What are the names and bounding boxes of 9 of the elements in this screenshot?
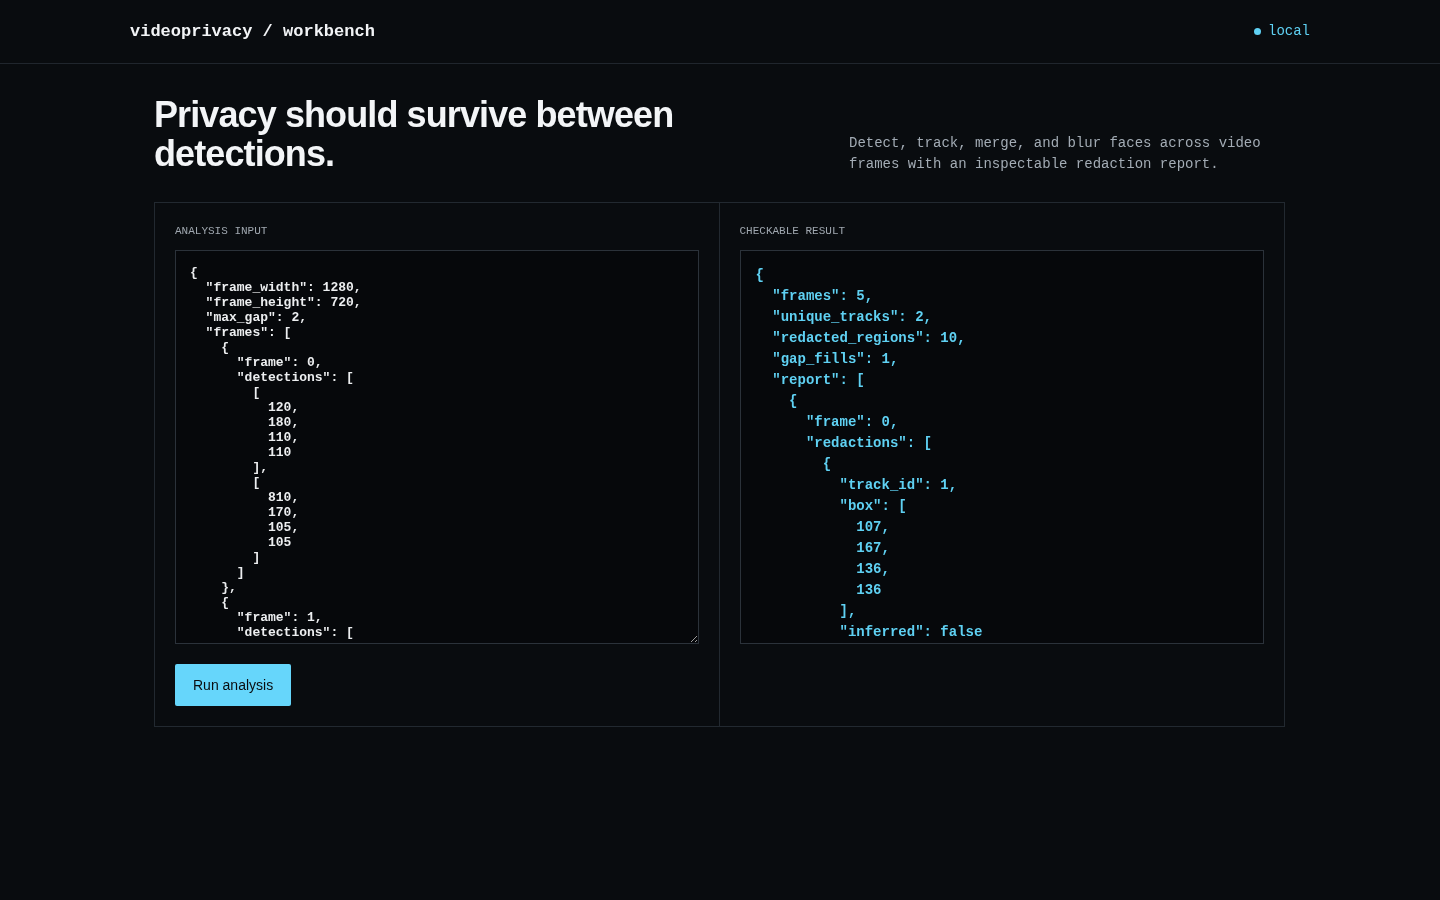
status-label: local [1268, 22, 1310, 41]
json-input-field[interactable]: { "frame_width": 1280, "frame_height": 720, "max_gap": 2, "frames": [ { "frame": 0, "detections": [ [ 120, 180, 110, 110 ], [ 810, 170, 105, 105 ] ] }, { "frame": 1, "detections": [ [175, 250, 699, 644]
run-analysis-button[interactable]: Run analysis [175, 664, 292, 706]
page-heading: Privacy should survive between detections. [154, 95, 675, 173]
section-label: ANALYSIS INPUT [175, 224, 269, 239]
brand-title: videoprivacy / workbench [130, 20, 375, 43]
section-label: CHECKABLE RESULT [739, 224, 847, 239]
result-output: { "frames": 5, "unique_tracks": 2, "redacted_regions": 10, "gap_fills": 1, "report": [ { "frame": 0, "redactions": [ { "track_id": 1, "box": [ 107, 167, 136, 136 ], "inferred": false [739, 250, 1264, 644]
page-description: Detect, track, merge, and blur faces across video frames with an inspectable redaction report. [849, 134, 1262, 174]
